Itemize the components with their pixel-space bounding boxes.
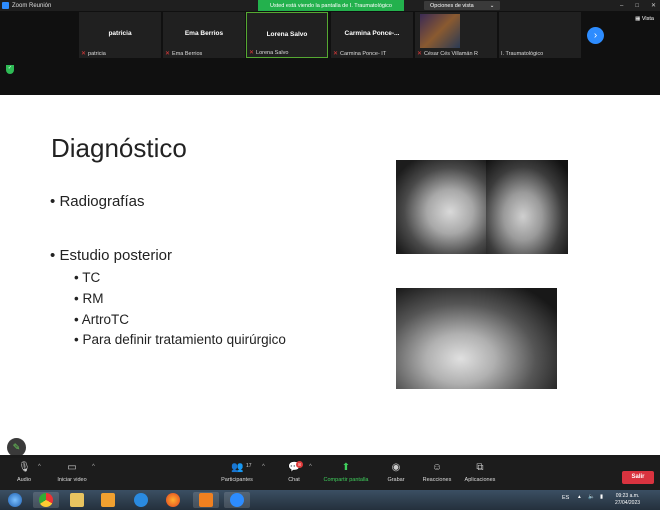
participant-tile[interactable]: patricia ✕ patricia [79,12,161,58]
volume-icon[interactable]: 🔈 [588,494,595,500]
taskbar-explorer[interactable] [64,492,90,508]
view-options-button[interactable]: Opciones de vista ⌄ [424,1,501,10]
share-screen-button[interactable]: ⬆ Compartir pantalla [318,462,374,483]
participant-tile[interactable]: Carmina Ponce-... ✕ Carmina Ponce- IT [331,12,413,58]
participant-label: Ema Berrios [172,50,203,57]
taskbar-firefox[interactable] [160,492,186,508]
mic-muted-icon: ✕ [417,51,423,57]
taskbar-media[interactable] [95,492,121,508]
participant-tile-active-speaker[interactable]: Lorena Salvo ✕ Lorena Salvo [246,12,328,58]
participant-name: patricia [108,30,132,37]
participant-tile[interactable]: I. Traumatológico [499,12,581,58]
next-page-button[interactable]: › [587,27,604,44]
video-off-icon: ▭ [67,462,77,473]
slide-bullet: • Estudio posterior [50,247,172,264]
participant-name: Carmina Ponce-... [344,30,400,37]
xray-image [396,288,557,389]
participant-label: patricia [88,50,106,57]
audio-options-caret[interactable]: ^ [38,464,41,470]
slide-bullet: • Radiografías [50,193,145,210]
slide-sub-bullet: • RM [74,291,104,306]
audio-button[interactable]: 🎙 Audio [12,462,36,483]
reactions-icon: ☺ [431,462,443,473]
windows-start-icon [8,493,22,507]
taskbar-clock[interactable]: 09:23 a.m. 27/04/2023 [615,493,640,507]
video-options-caret[interactable]: ^ [92,464,95,470]
chat-badge: 8 [296,461,303,468]
clock-time: 09:23 a.m. [615,493,640,499]
taskbar-ie[interactable] [128,492,154,508]
taskbar-zoom[interactable] [224,492,250,508]
language-indicator[interactable]: ES [562,495,569,501]
zoom-logo-icon [2,2,9,9]
folder-icon [70,493,84,507]
maximize-button[interactable]: □ [635,3,639,9]
view-options-label: Opciones de vista [430,2,474,9]
participant-name: Lorena Salvo [266,31,308,38]
apps-icon: ⧉ [476,462,484,473]
minimize-button[interactable]: – [620,3,623,9]
slide-title: Diagnóstico [51,133,187,163]
view-label: Vista [641,16,654,22]
participant-tile[interactable]: Ema Berrios ✕ Ema Berrios [163,12,245,58]
participant-label: Lorena Salvo [256,49,289,56]
apps-button[interactable]: ⧉ Aplicaciones [461,462,499,483]
firefox-icon [166,493,180,507]
meeting-toolbar: 🎙 Audio ^ ▭ Iniciar video ^ 👥 Participan… [0,458,660,490]
network-icon[interactable]: ▮ [600,494,603,500]
share-banner: Usted está viendo la pantalla de I. Trau… [258,0,404,11]
participants-options-caret[interactable]: ^ [262,464,265,470]
chevron-down-icon: ⌄ [489,2,495,9]
chat-options-caret[interactable]: ^ [309,464,312,470]
view-toggle[interactable]: ▦ Vista [635,16,654,22]
slide-sub-bullet: • Para definir tratamiento quirúrgico [74,332,286,347]
mic-muted-icon: ✕ [81,51,87,57]
xray-image [396,160,486,254]
share-screen-icon: ⬆ [341,462,351,473]
mic-muted-icon: ✕ [333,51,339,57]
zoom-window: Zoom Reunión Usted está viendo la pantal… [0,0,660,510]
participant-strip: patricia ✕ patricia Ema Berrios ✕ Ema Berr… [0,11,660,95]
microphone-muted-icon: 🎙 [18,462,31,473]
tray-arrow-icon[interactable]: ▴ [578,494,581,500]
mic-muted-icon: ✕ [165,51,171,57]
xray-image [486,160,568,254]
outlook-icon [199,493,213,507]
start-button[interactable] [2,492,28,508]
reactions-button[interactable]: ☺ Reacciones [420,462,454,483]
record-button[interactable]: ◉ Grabar [384,462,408,483]
participant-label: César Cés Villamán R [424,50,479,57]
zoom-icon [230,493,244,507]
window-title: Zoom Reunión [12,2,52,9]
slide-sub-bullet: • ArtroTC [74,312,129,327]
mic-muted-icon: ✕ [249,50,255,56]
participant-tile[interactable]: ✕ César Cés Villamán R [415,12,497,58]
record-icon: ◉ [391,462,401,473]
slide-sub-bullet: • TC [74,270,101,285]
clock-date: 27/04/2023 [615,500,641,506]
start-video-button[interactable]: ▭ Iniciar video [52,462,92,483]
window-controls: – □ ✕ [620,0,656,11]
participant-name: Ema Berrios [184,30,224,37]
participant-label: I. Traumatológico [501,51,544,57]
chrome-icon [39,493,53,507]
taskbar-chrome[interactable] [33,492,59,508]
shared-screen: Diagnóstico • Radiografías • Estudio pos… [0,95,660,455]
os-taskbar: ES ▴ 🔈 ▮ 09:23 a.m. 27/04/2023 [0,490,660,510]
chevron-right-icon: › [593,30,598,41]
shield-icon[interactable]: ✓ [6,65,14,74]
leave-button[interactable]: Salir [622,471,654,484]
participant-label: Carmina Ponce- IT [340,50,387,57]
internet-explorer-icon [134,493,148,507]
participants-count: 17 [246,463,252,469]
media-player-icon [101,493,115,507]
close-button[interactable]: ✕ [651,2,656,9]
taskbar-outlook[interactable] [193,492,219,508]
participant-video [420,14,460,48]
participants-icon: 👥 [231,462,244,473]
